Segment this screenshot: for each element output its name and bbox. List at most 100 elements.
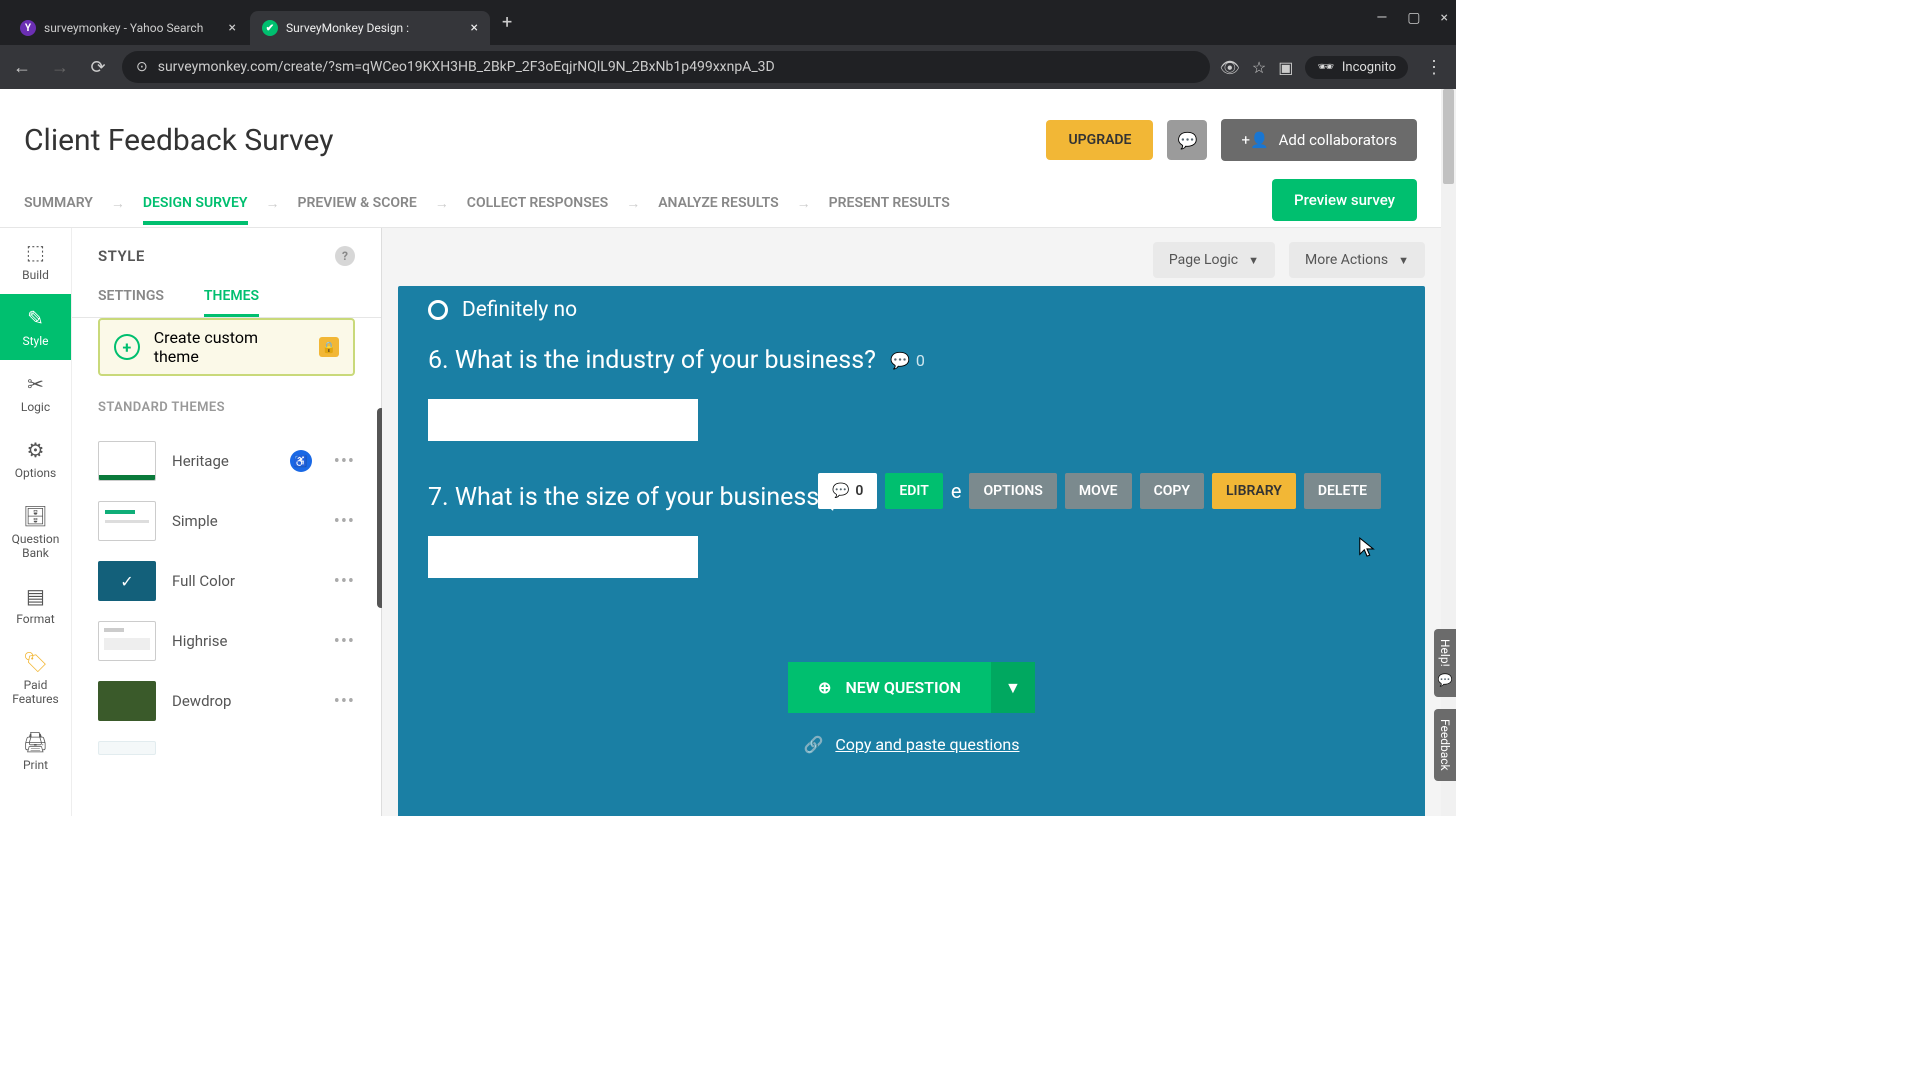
theme-next-partial[interactable] <box>98 731 355 765</box>
question-6[interactable]: 6. What is the industry of your business… <box>398 328 1425 467</box>
more-dots-icon[interactable]: ••• <box>334 571 355 592</box>
tab-title-1: SurveyMonkey Design : <box>286 21 463 35</box>
subtab-themes[interactable]: THEMES <box>204 278 259 317</box>
theme-heritage[interactable]: Heritage ♿ ••• <box>98 431 355 491</box>
scrollbar-thumb[interactable] <box>1443 89 1454 184</box>
copy-button[interactable]: COPY <box>1140 473 1204 509</box>
comment-count-button[interactable]: 💬 0 <box>818 473 877 509</box>
help-tab[interactable]: Help! 💬 <box>1434 629 1456 697</box>
q6-comment-value: 0 <box>916 351 925 370</box>
feedback-tab[interactable]: Feedback <box>1434 709 1456 781</box>
upgrade-button[interactable]: UPGRADE <box>1046 120 1153 160</box>
rail-logic[interactable]: ✂Logic <box>0 360 71 426</box>
theme-full-color[interactable]: ✓ Full Color ••• <box>98 551 355 611</box>
rail-print[interactable]: 🖨Print <box>0 718 71 784</box>
speech-bubble-icon: 💬 <box>832 483 849 499</box>
question-5-partial[interactable]: Definitely no <box>398 286 1425 328</box>
new-question-dropdown[interactable]: ▼ <box>991 662 1035 713</box>
theme-thumb: ✓ <box>98 561 156 601</box>
tab-preview-score[interactable]: PREVIEW & SCORE <box>298 181 417 225</box>
rail-paid-features[interactable]: 🏷Paid Features <box>0 638 71 718</box>
chevron-down-icon: ▼ <box>1248 254 1259 267</box>
url-field[interactable]: ⊙ surveymonkey.com/create/?sm=qWCeo19KXH… <box>122 51 1210 83</box>
new-tab-button[interactable]: + <box>492 12 522 33</box>
tab-analyze-results[interactable]: ANALYZE RESULTS <box>658 181 778 225</box>
tab-present-results[interactable]: PRESENT RESULTS <box>829 181 950 225</box>
close-tab-icon[interactable]: × <box>229 20 236 36</box>
site-info-icon[interactable]: ⊙ <box>136 59 148 75</box>
create-custom-theme[interactable]: + Create custom theme 🔒 <box>98 318 355 376</box>
rail-question-bank[interactable]: 🗄Question Bank <box>0 492 71 572</box>
option-definitely-no: Definitely no <box>462 298 577 322</box>
link-icon: 🔗 <box>803 735 823 754</box>
address-bar: ← → ⟳ ⊙ surveymonkey.com/create/?sm=qWCe… <box>0 45 1456 89</box>
favicon-surveymonkey: ✔ <box>262 20 278 36</box>
theme-simple[interactable]: Simple ••• <box>98 491 355 551</box>
tab-summary[interactable]: SUMMARY <box>24 181 93 225</box>
more-dots-icon[interactable]: ••• <box>334 631 355 652</box>
options-button[interactable]: OPTIONS <box>969 473 1056 509</box>
edit-button[interactable]: EDIT <box>885 473 942 509</box>
tab-collect-responses[interactable]: COLLECT RESPONSES <box>467 181 608 225</box>
back-icon[interactable]: ← <box>8 53 36 81</box>
copy-paste-questions-link[interactable]: Copy and paste questions <box>835 735 1019 754</box>
rail-options[interactable]: ⚙Options <box>0 426 71 492</box>
subtab-settings[interactable]: SETTINGS <box>98 278 164 317</box>
reload-icon[interactable]: ⟳ <box>84 53 112 81</box>
q6-text-input[interactable] <box>428 399 698 441</box>
new-question-button[interactable]: ⊕ NEW QUESTION <box>788 662 991 713</box>
comments-button[interactable]: 💬 <box>1167 120 1207 160</box>
survey-card: Definitely no 6. What is the industry of… <box>398 286 1425 816</box>
delete-button[interactable]: DELETE <box>1304 473 1381 509</box>
more-dots-icon[interactable]: ••• <box>334 511 355 532</box>
theme-thumb <box>98 501 156 541</box>
page-logic-dropdown[interactable]: Page Logic▼ <box>1153 242 1275 278</box>
survey-title[interactable]: Client Feedback Survey <box>24 123 1046 158</box>
menu-icon[interactable]: ⋮ <box>1420 53 1448 81</box>
preview-survey-button[interactable]: Preview survey <box>1272 179 1417 221</box>
eye-off-icon[interactable]: 👁 <box>1220 58 1240 77</box>
add-collaborators-button[interactable]: +👤 Add collaborators <box>1221 119 1417 161</box>
theme-dewdrop[interactable]: Dewdrop ••• <box>98 671 355 731</box>
minimize-icon[interactable]: — <box>1376 10 1387 26</box>
help-icon[interactable]: ? <box>335 246 355 266</box>
lock-icon: 🔒 <box>319 337 339 357</box>
close-tab-icon[interactable]: × <box>471 20 478 36</box>
star-icon[interactable]: ☆ <box>1252 58 1266 77</box>
rail-format[interactable]: ▤Format <box>0 572 71 638</box>
page-scrollbar[interactable] <box>1441 89 1456 816</box>
plus-circle-icon: + <box>114 334 140 360</box>
move-button[interactable]: MOVE <box>1065 473 1132 509</box>
incognito-indicator[interactable]: 🕶 Incognito <box>1305 56 1408 79</box>
page: Client Feedback Survey UPGRADE 💬 +👤 Add … <box>0 89 1456 816</box>
radio-icon[interactable] <box>428 300 448 320</box>
theme-highrise[interactable]: Highrise ••• <box>98 611 355 671</box>
panel-icon[interactable]: ▣ <box>1278 58 1293 77</box>
rail-label: Build <box>22 268 49 282</box>
more-dots-icon[interactable]: ••• <box>334 691 355 712</box>
library-button[interactable]: LIBRARY <box>1212 473 1296 509</box>
forward-icon[interactable]: → <box>46 53 74 81</box>
favicon-yahoo: Y <box>20 20 36 36</box>
tag-icon: 🏷 <box>23 650 48 674</box>
more-dots-icon[interactable]: ••• <box>334 451 355 472</box>
browser-tab-1[interactable]: ✔ SurveyMonkey Design : × <box>250 11 490 45</box>
rail-build[interactable]: ⬚Build <box>0 228 71 294</box>
tab-design-survey[interactable]: DESIGN SURVEY <box>143 181 248 225</box>
browser-tab-0[interactable]: Y surveymonkey - Yahoo Search × <box>8 11 248 45</box>
q7-title-tail: e <box>951 479 962 503</box>
more-actions-dropdown[interactable]: More Actions▼ <box>1289 242 1425 278</box>
chat-icon: 💬 <box>1438 673 1452 688</box>
print-icon: 🖨 <box>23 730 48 754</box>
chevron-right-icon: → <box>111 195 125 212</box>
rail-label: Question Bank <box>4 532 67 560</box>
maximize-icon[interactable]: ▢ <box>1407 10 1420 26</box>
format-icon: ▤ <box>26 584 45 608</box>
rail-style[interactable]: ✎Style <box>0 294 71 360</box>
q7-text-input[interactable] <box>428 536 698 578</box>
question-7[interactable]: 💬 0 EDIT e OPTIONS MOVE COPY LIBRARY DEL… <box>398 467 1425 614</box>
accessibility-icon[interactable]: ♿ <box>290 450 312 472</box>
rail-label: Style <box>22 334 48 348</box>
close-window-icon[interactable]: × <box>1441 10 1448 26</box>
editor-body: ⬚Build ✎Style ✂Logic ⚙Options 🗄Question … <box>0 228 1441 816</box>
